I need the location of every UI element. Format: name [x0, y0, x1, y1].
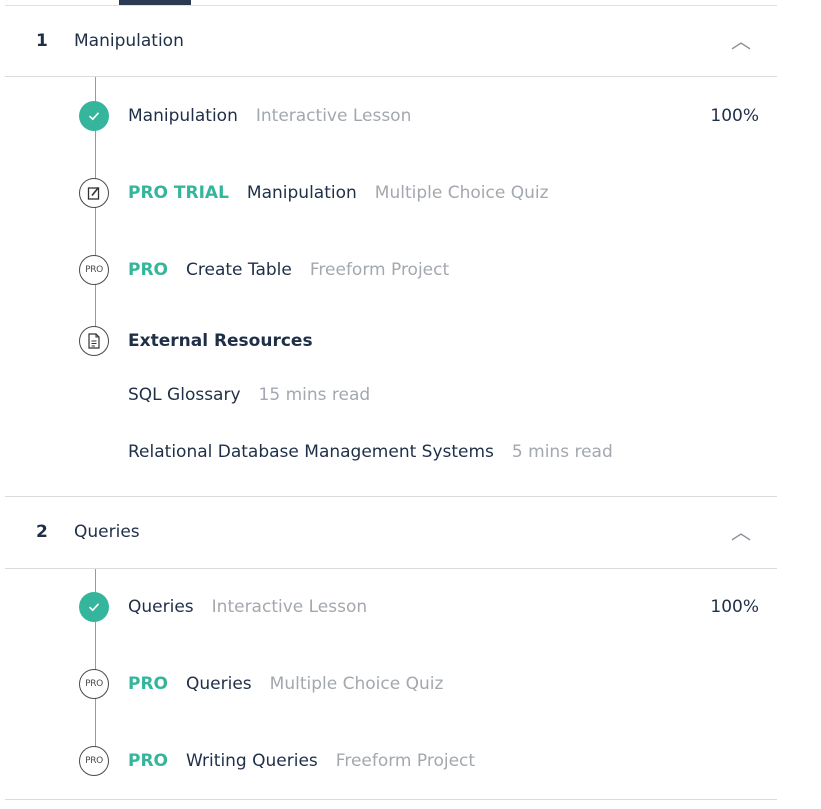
project-row[interactable]: PRO PRO Create Table Freeform Project — [79, 254, 759, 286]
section-number: 1 — [36, 31, 48, 51]
document-icon — [79, 326, 109, 356]
pro-badge[interactable]: PRO — [128, 751, 168, 771]
external-resources-header: External Resources — [79, 325, 759, 357]
resource-link[interactable]: SQL Glossary — [128, 385, 241, 405]
divider — [5, 799, 777, 800]
resource-item[interactable]: Relational Database Management Systems 5… — [128, 440, 613, 464]
resource-link[interactable]: Relational Database Management Systems — [128, 442, 494, 462]
pro-badge[interactable]: PRO — [128, 260, 168, 280]
quiz-name[interactable]: Queries — [186, 674, 252, 694]
check-icon — [79, 592, 109, 622]
section-header-queries[interactable]: 2 Queries ︿ — [5, 497, 777, 567]
pro-badge[interactable]: PRO — [128, 674, 168, 694]
project-row[interactable]: PRO PRO Writing Queries Freeform Project — [79, 745, 759, 777]
resource-item[interactable]: SQL Glossary 15 mins read — [128, 383, 370, 407]
pro-icon: PRO — [79, 255, 109, 285]
lesson-name[interactable]: Queries — [128, 597, 194, 617]
check-icon — [79, 101, 109, 131]
section-title: Manipulation — [74, 31, 184, 51]
lesson-type: Interactive Lesson — [255, 106, 412, 126]
pro-icon: PRO — [79, 669, 109, 699]
lesson-type: Interactive Lesson — [211, 597, 368, 617]
resource-read-time: 15 mins read — [258, 385, 371, 405]
lesson-name[interactable]: Manipulation — [128, 106, 238, 126]
project-type: Freeform Project — [309, 260, 450, 280]
project-type: Freeform Project — [335, 751, 476, 771]
quiz-row[interactable]: PRO PRO Queries Multiple Choice Quiz — [79, 668, 759, 700]
chevron-up-icon[interactable]: ︿ — [731, 6, 751, 76]
quiz-type: Multiple Choice Quiz — [269, 674, 444, 694]
project-name[interactable]: Writing Queries — [186, 751, 318, 771]
quiz-type: Multiple Choice Quiz — [374, 183, 549, 203]
quiz-icon — [79, 178, 109, 208]
lesson-row[interactable]: Queries Interactive Lesson 100% — [79, 591, 759, 623]
section-number: 2 — [36, 522, 48, 542]
divider — [5, 568, 777, 569]
pro-icon: PRO — [79, 746, 109, 776]
quiz-name[interactable]: Manipulation — [247, 183, 357, 203]
section-header-manipulation[interactable]: 1 Manipulation ︿ — [5, 6, 777, 76]
progress-percent: 100% — [710, 597, 759, 617]
resources-title: External Resources — [128, 331, 313, 351]
quiz-row[interactable]: PRO TRIAL Manipulation Multiple Choice Q… — [79, 177, 759, 209]
progress-percent: 100% — [710, 106, 759, 126]
resource-read-time: 5 mins read — [511, 442, 613, 462]
lesson-row[interactable]: Manipulation Interactive Lesson 100% — [79, 100, 759, 132]
section-title: Queries — [74, 522, 140, 542]
pro-trial-badge[interactable]: PRO TRIAL — [128, 183, 229, 203]
divider — [5, 76, 777, 77]
project-name[interactable]: Create Table — [186, 260, 292, 280]
chevron-up-icon[interactable]: ︿ — [731, 497, 751, 567]
